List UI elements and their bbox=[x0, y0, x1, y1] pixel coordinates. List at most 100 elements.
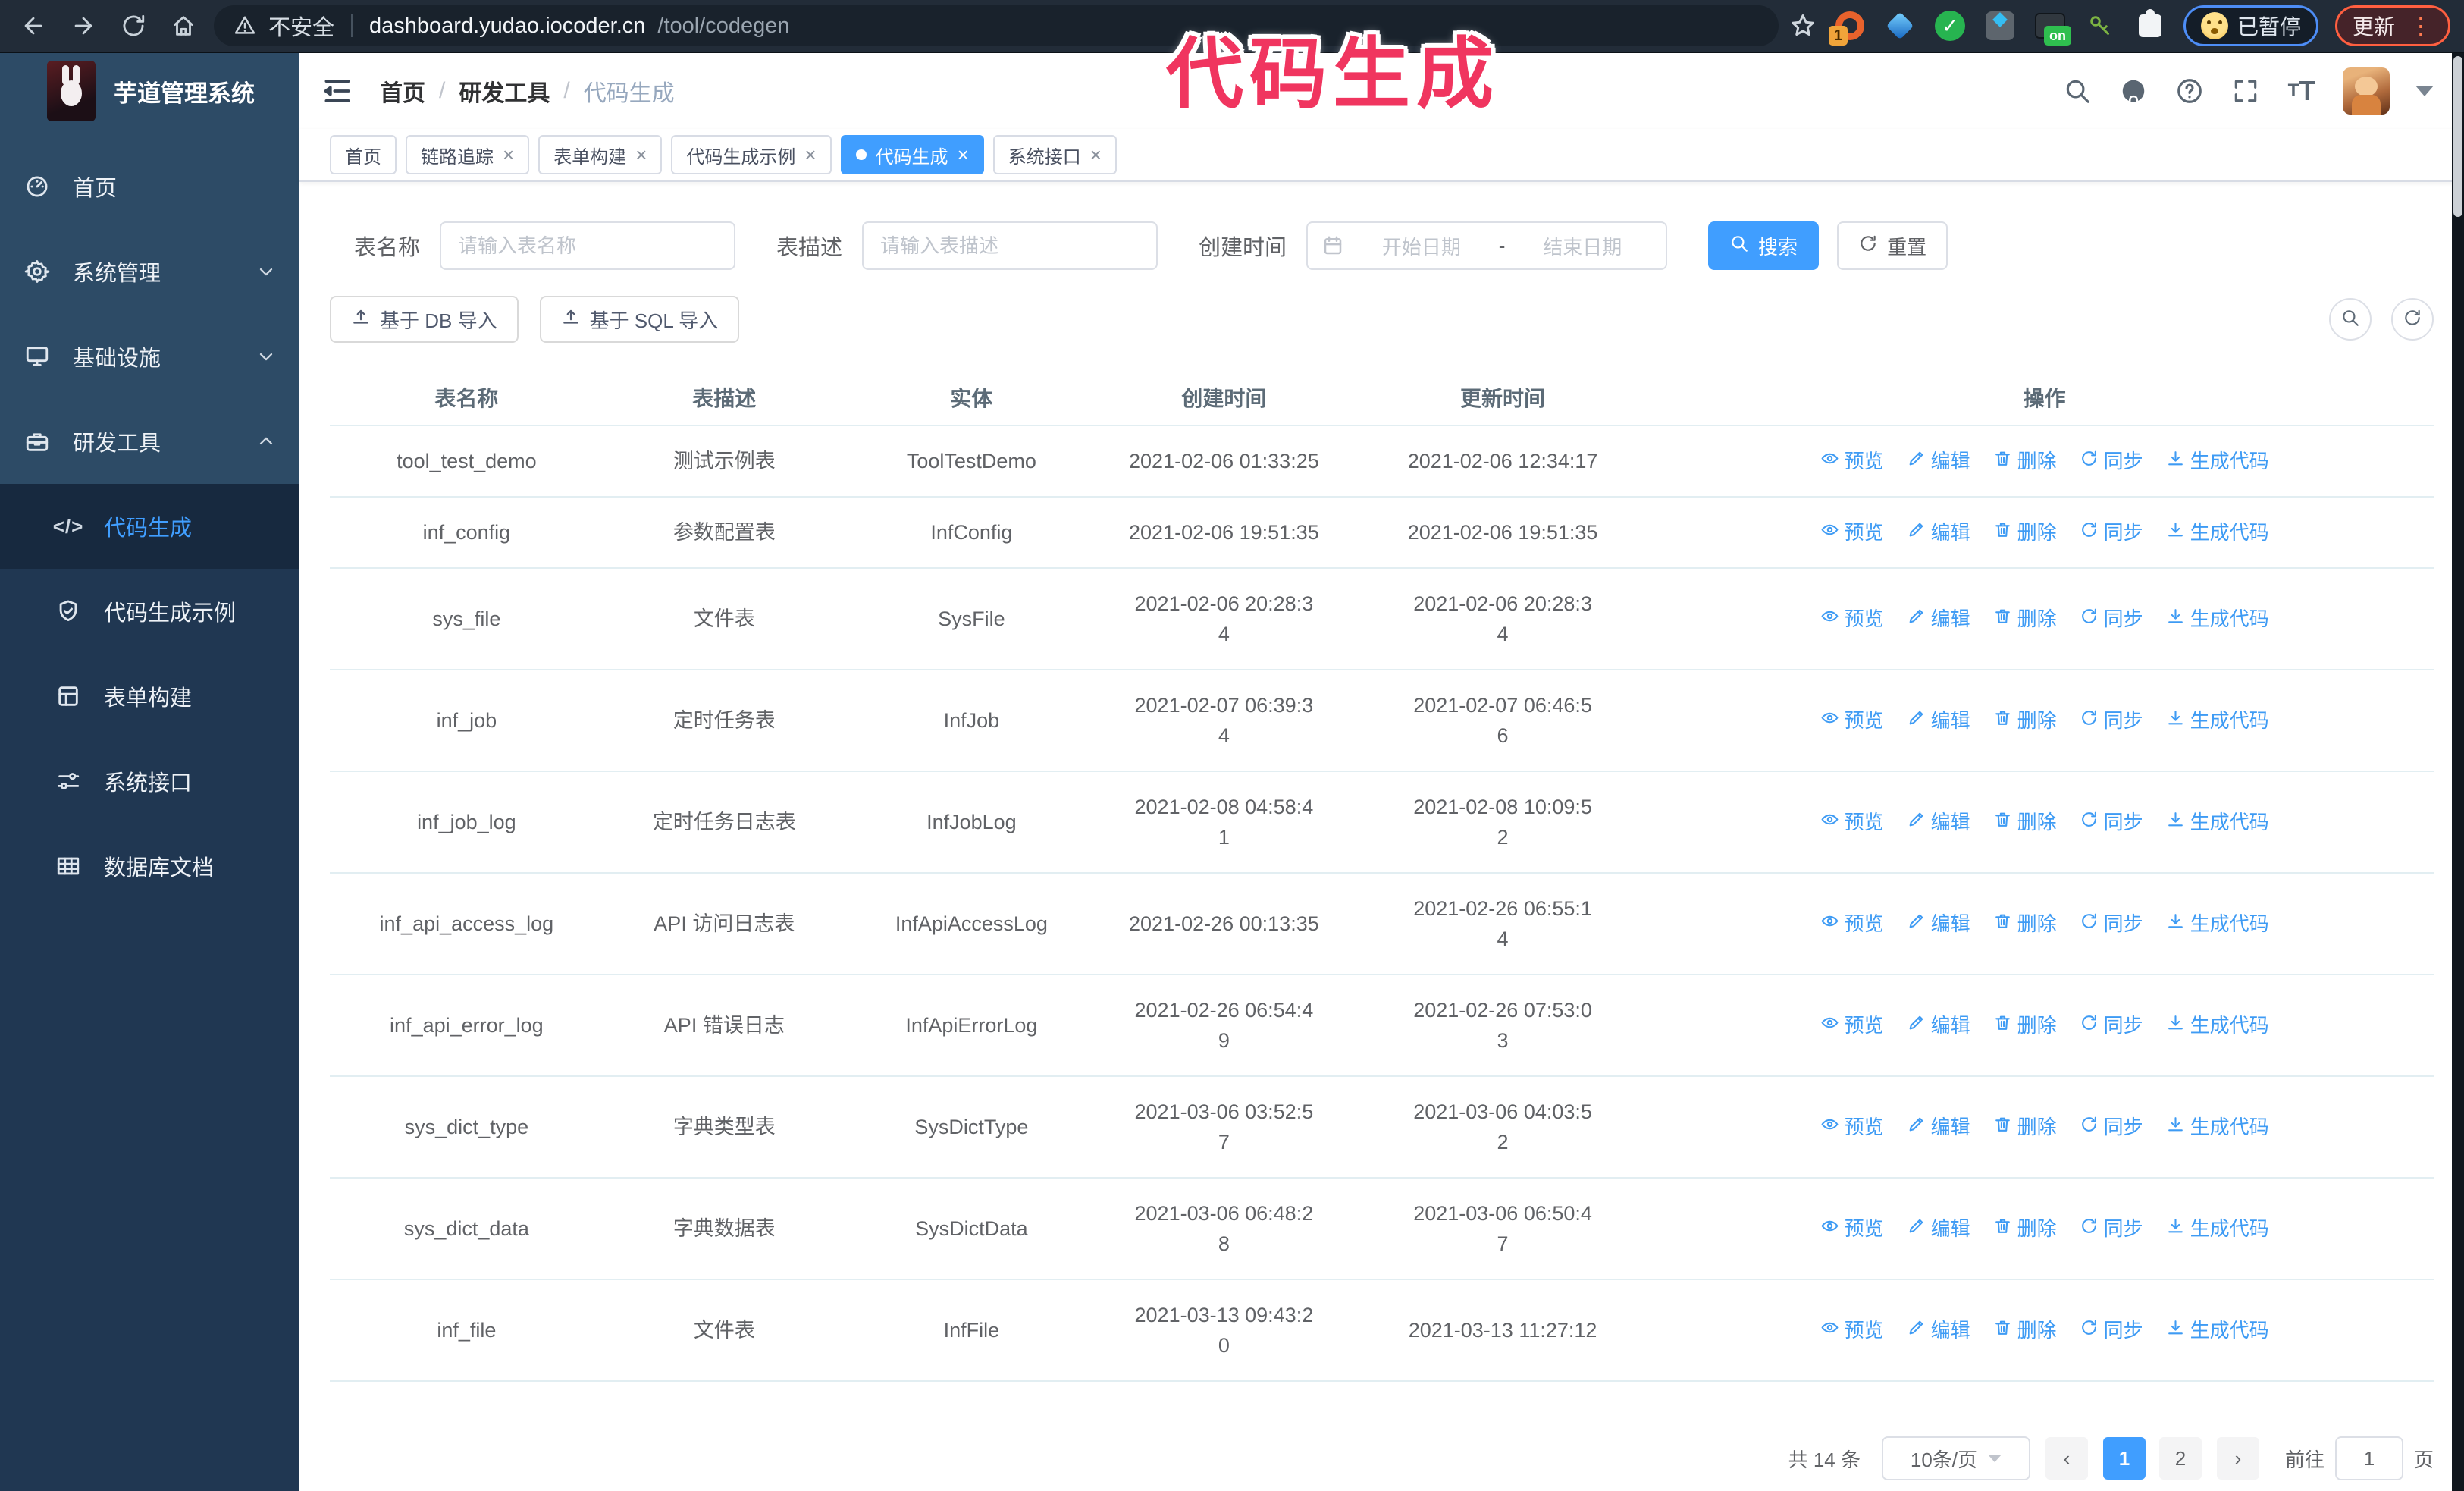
address-bar[interactable]: 不安全 dashboard.yudao.iocoder.cn/tool/code… bbox=[214, 5, 1779, 46]
delete-link[interactable]: 删除 bbox=[1993, 517, 2057, 548]
generate-link[interactable]: 生成代码 bbox=[2166, 1112, 2269, 1142]
generate-link[interactable]: 生成代码 bbox=[2166, 604, 2269, 634]
delete-link[interactable]: 删除 bbox=[1993, 705, 2057, 736]
toggle-search-button[interactable] bbox=[2329, 298, 2372, 341]
close-icon[interactable]: × bbox=[503, 145, 514, 165]
preview-link[interactable]: 预览 bbox=[1820, 446, 1884, 476]
sidebar-item-3[interactable]: 研发工具 bbox=[0, 399, 299, 484]
tab-5[interactable]: 系统接口 × bbox=[992, 135, 1117, 174]
update-button[interactable]: 更新 ⋮ bbox=[2334, 5, 2450, 46]
import-db-button[interactable]: 基于 DB 导入 bbox=[330, 296, 519, 343]
sync-link[interactable]: 同步 bbox=[2080, 909, 2143, 939]
edit-link[interactable]: 编辑 bbox=[1907, 517, 1970, 548]
edit-link[interactable]: 编辑 bbox=[1907, 1315, 1970, 1345]
refresh-table-button[interactable] bbox=[2391, 298, 2434, 341]
kebab-menu-icon[interactable]: ⋮ bbox=[2409, 14, 2433, 38]
page-button-2[interactable]: 2 bbox=[2158, 1437, 2202, 1480]
tab-1[interactable]: 链路追踪 × bbox=[406, 135, 530, 174]
edit-link[interactable]: 编辑 bbox=[1907, 1112, 1970, 1142]
tab-0[interactable]: 首页 bbox=[330, 135, 397, 174]
sync-link[interactable]: 同步 bbox=[2080, 705, 2143, 736]
edit-link[interactable]: 编辑 bbox=[1907, 909, 1970, 939]
preview-link[interactable]: 预览 bbox=[1820, 1010, 1884, 1041]
generate-link[interactable]: 生成代码 bbox=[2166, 1010, 2269, 1041]
preview-link[interactable]: 预览 bbox=[1820, 1213, 1884, 1244]
delete-link[interactable]: 删除 bbox=[1993, 909, 2057, 939]
edit-link[interactable]: 编辑 bbox=[1907, 446, 1970, 476]
prev-page-button[interactable]: ‹ bbox=[2045, 1437, 2088, 1480]
browser-forward-icon[interactable] bbox=[64, 6, 103, 46]
preview-link[interactable]: 预览 bbox=[1820, 909, 1884, 939]
delete-link[interactable]: 删除 bbox=[1993, 446, 2057, 476]
sync-link[interactable]: 同步 bbox=[2080, 1112, 2143, 1142]
sync-link[interactable]: 同步 bbox=[2080, 807, 2143, 837]
browser-back-icon[interactable] bbox=[14, 6, 53, 46]
extension-icon-orange[interactable]: 1 bbox=[1828, 9, 1867, 46]
avatar[interactable] bbox=[2343, 67, 2390, 115]
table-desc-input[interactable] bbox=[862, 221, 1158, 270]
preview-link[interactable]: 预览 bbox=[1820, 517, 1884, 548]
browser-home-icon[interactable] bbox=[164, 6, 203, 46]
delete-link[interactable]: 删除 bbox=[1993, 807, 2057, 837]
fullscreen-icon[interactable] bbox=[2230, 76, 2261, 106]
close-icon[interactable]: × bbox=[804, 145, 816, 165]
generate-link[interactable]: 生成代码 bbox=[2166, 807, 2269, 837]
sidebar-item-1[interactable]: 系统管理 bbox=[0, 229, 299, 314]
preview-link[interactable]: 预览 bbox=[1820, 1112, 1884, 1142]
font-size-icon[interactable]: TT bbox=[2287, 75, 2317, 106]
breadcrumb-item-1[interactable]: 研发工具 bbox=[459, 74, 550, 108]
caret-down-icon[interactable] bbox=[2415, 86, 2434, 96]
preview-link[interactable]: 预览 bbox=[1820, 705, 1884, 736]
page-button-1[interactable]: 1 bbox=[2102, 1437, 2146, 1480]
logo-link[interactable]: 芋道管理系统 bbox=[0, 53, 299, 129]
edit-link[interactable]: 编辑 bbox=[1907, 604, 1970, 634]
reset-button[interactable]: 重置 bbox=[1837, 221, 1948, 270]
paused-profile-badge[interactable]: 已暂停 bbox=[2183, 5, 2318, 46]
sidebar-subitem-3[interactable]: 系统接口 bbox=[0, 739, 299, 824]
bookmark-star-icon[interactable] bbox=[1789, 12, 1817, 39]
close-icon[interactable]: × bbox=[1090, 145, 1102, 165]
page-scrollbar[interactable] bbox=[2452, 53, 2464, 1491]
generate-link[interactable]: 生成代码 bbox=[2166, 1315, 2269, 1345]
delete-link[interactable]: 删除 bbox=[1993, 1112, 2057, 1142]
delete-link[interactable]: 删除 bbox=[1993, 1315, 2057, 1345]
edit-link[interactable]: 编辑 bbox=[1907, 1213, 1970, 1244]
sidebar-item-2[interactable]: 基础设施 bbox=[0, 314, 299, 399]
tab-3[interactable]: 代码生成示例 × bbox=[671, 135, 832, 174]
generate-link[interactable]: 生成代码 bbox=[2166, 705, 2269, 736]
sidebar-subitem-0[interactable]: </> 代码生成 bbox=[0, 484, 299, 569]
preview-link[interactable]: 预览 bbox=[1820, 807, 1884, 837]
tab-2[interactable]: 表单构建 × bbox=[538, 135, 663, 174]
github-icon[interactable] bbox=[2118, 76, 2149, 106]
sync-link[interactable]: 同步 bbox=[2080, 1213, 2143, 1244]
extension-icon-gem[interactable] bbox=[1883, 9, 1917, 42]
scrollbar-thumb[interactable] bbox=[2453, 56, 2462, 217]
edit-link[interactable]: 编辑 bbox=[1907, 705, 1970, 736]
sidebar-subitem-4[interactable]: 数据库文档 bbox=[0, 824, 299, 909]
extension-icon-dark[interactable]: on bbox=[2033, 9, 2071, 46]
extension-icon-puzzle[interactable] bbox=[2133, 9, 2167, 42]
extension-icon-key[interactable] bbox=[2083, 9, 2117, 42]
sync-link[interactable]: 同步 bbox=[2080, 517, 2143, 548]
close-icon[interactable]: × bbox=[958, 145, 969, 165]
close-icon[interactable]: × bbox=[635, 145, 647, 165]
extension-icon-gray[interactable] bbox=[1983, 9, 2017, 42]
tab-4[interactable]: 代码生成 × bbox=[840, 135, 984, 174]
search-icon[interactable] bbox=[2062, 76, 2093, 106]
next-page-button[interactable]: › bbox=[2216, 1437, 2259, 1480]
delete-link[interactable]: 删除 bbox=[1993, 1010, 2057, 1041]
import-sql-button[interactable]: 基于 SQL 导入 bbox=[539, 296, 740, 343]
preview-link[interactable]: 预览 bbox=[1820, 604, 1884, 634]
sidebar-subitem-1[interactable]: 代码生成示例 bbox=[0, 569, 299, 654]
browser-reload-icon[interactable] bbox=[114, 6, 153, 46]
goto-page-input[interactable] bbox=[2334, 1436, 2403, 1480]
sync-link[interactable]: 同步 bbox=[2080, 446, 2143, 476]
sync-link[interactable]: 同步 bbox=[2080, 1315, 2143, 1345]
generate-link[interactable]: 生成代码 bbox=[2166, 1213, 2269, 1244]
page-size-select[interactable]: 10条/页 bbox=[1881, 1436, 2030, 1480]
preview-link[interactable]: 预览 bbox=[1820, 1315, 1884, 1345]
edit-link[interactable]: 编辑 bbox=[1907, 807, 1970, 837]
generate-link[interactable]: 生成代码 bbox=[2166, 909, 2269, 939]
sidebar-subitem-2[interactable]: 表单构建 bbox=[0, 654, 299, 739]
table-name-input[interactable] bbox=[440, 221, 736, 270]
